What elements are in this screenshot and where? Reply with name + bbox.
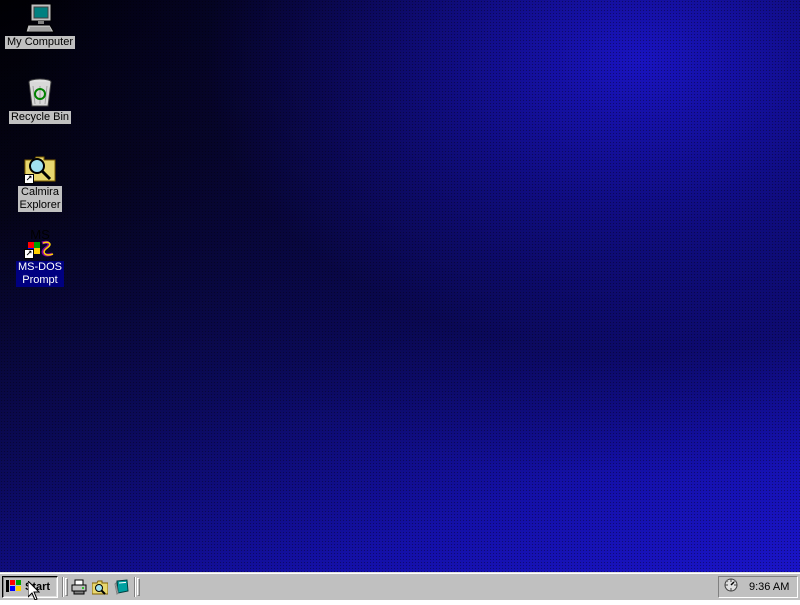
ms-dos-icon: MS ↗ <box>24 227 56 259</box>
windows-logo-icon <box>6 579 22 596</box>
book-icon <box>114 579 130 599</box>
desktop-icon-calmira-explorer[interactable]: ↗ Calmira Explorer <box>4 152 76 212</box>
taskbar-separator <box>62 577 64 597</box>
quick-launch-printer[interactable] <box>71 579 87 595</box>
shortcut-arrow-icon: ↗ <box>24 249 34 259</box>
explorer-icon <box>91 580 109 599</box>
desktop-icon-my-computer[interactable]: My Computer <box>4 2 76 49</box>
desktop-icon-recycle-bin[interactable]: Recycle Bin <box>4 77 76 124</box>
recycle-bin-icon <box>24 77 56 109</box>
mouse-cursor-icon <box>27 579 41 601</box>
computer-icon <box>24 2 56 34</box>
ms-dos-icon-text: MS <box>30 227 50 242</box>
tray-clock[interactable]: 9:36 AM <box>749 581 789 593</box>
shortcut-arrow-icon: ↗ <box>24 174 34 184</box>
desktop-icon-label: Recycle Bin <box>8 111 72 124</box>
quick-launch-explorer[interactable] <box>91 579 109 595</box>
task-area-grip[interactable] <box>137 578 140 596</box>
scheduler-icon[interactable] <box>723 577 739 598</box>
system-tray: 9:36 AM <box>718 576 798 598</box>
taskbar: Start 9:36 AM <box>0 572 800 600</box>
taskbar-separator <box>134 577 136 597</box>
desktop-icon-label: My Computer <box>4 36 76 49</box>
desktop-icon-label: MS-DOS Prompt <box>16 261 64 287</box>
folder-magnifier-icon: ↗ <box>24 152 56 184</box>
desktop[interactable]: My Computer Recycle Bin ↗ Calmira Explor… <box>0 0 800 572</box>
quick-launch-help[interactable] <box>114 579 130 596</box>
desktop-icon-ms-dos-prompt[interactable]: MS ↗ MS-DOS Prompt <box>4 227 76 287</box>
quick-launch-grip[interactable] <box>65 578 68 596</box>
desktop-icon-label: Calmira Explorer <box>17 186 63 212</box>
printer-icon <box>71 579 87 599</box>
